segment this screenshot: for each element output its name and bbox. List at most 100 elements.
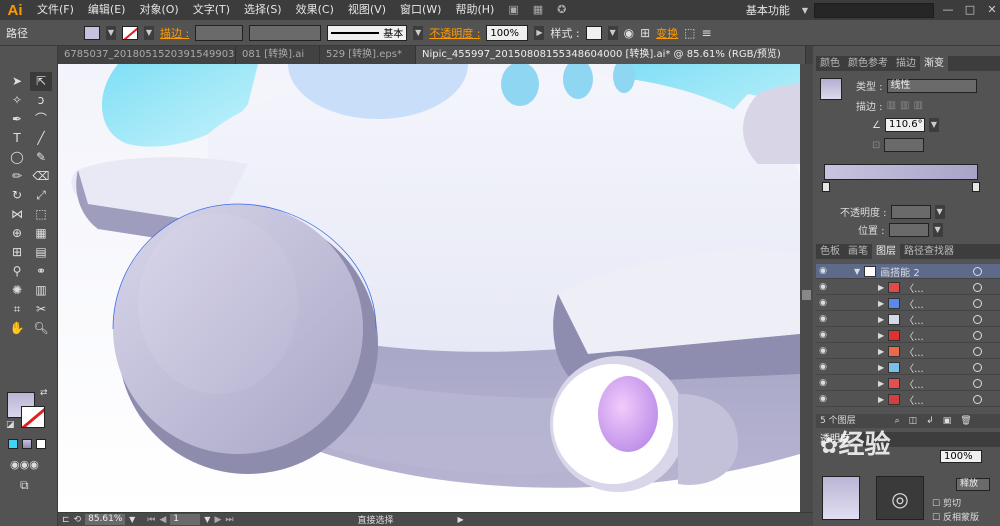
make-clipping-mask-icon[interactable]: ◫ bbox=[909, 414, 918, 428]
artboard-dropdown-icon[interactable]: ▼ bbox=[204, 515, 210, 524]
brush-dropdown-icon[interactable]: ▼ bbox=[413, 25, 424, 40]
control-menu-icon[interactable]: ≡ bbox=[702, 26, 712, 40]
visibility-eye-icon[interactable]: ◉ bbox=[816, 378, 830, 388]
opacity-mask-thumbnail[interactable]: ◎ bbox=[876, 476, 924, 520]
new-sublayer-icon[interactable]: ↲ bbox=[926, 414, 934, 428]
eraser-tool-icon[interactable]: ⌫ bbox=[30, 167, 52, 186]
eyedropper-tool-icon[interactable]: ⚲ bbox=[6, 262, 28, 281]
swap-colors-icon[interactable]: ⇄ bbox=[40, 388, 48, 398]
artboard-canvas[interactable] bbox=[58, 64, 800, 512]
paintbrush-tool-icon[interactable]: ✎ bbox=[30, 148, 52, 167]
target-icon[interactable] bbox=[973, 379, 982, 388]
opacity-panel-link[interactable]: 不透明度 : bbox=[429, 25, 480, 41]
hand-tool-icon[interactable]: ✋ bbox=[6, 319, 28, 338]
fill-color-swatch[interactable] bbox=[84, 25, 100, 40]
bridge-icon[interactable]: ▣ bbox=[501, 0, 525, 20]
sublayer-name[interactable]: 〈... bbox=[904, 344, 924, 359]
gradient-slider[interactable] bbox=[824, 164, 978, 180]
sync-icon[interactable]: ✪ bbox=[550, 0, 573, 20]
tab-stroke[interactable]: 描边 bbox=[892, 56, 920, 71]
arrange-icon[interactable]: ▦ bbox=[526, 0, 550, 20]
target-icon[interactable] bbox=[973, 395, 982, 404]
stroke-weight-field[interactable] bbox=[195, 24, 244, 41]
gradient-location-field[interactable] bbox=[888, 222, 929, 237]
stroke-panel-link[interactable]: 描边 : bbox=[160, 25, 189, 41]
tab-brushes[interactable]: 画笔 bbox=[844, 244, 872, 259]
visibility-eye-icon[interactable]: ◉ bbox=[816, 266, 830, 276]
tab-swatches[interactable]: 色板 bbox=[816, 244, 844, 259]
zoom-tool-icon[interactable]: 🔍︎ bbox=[30, 319, 52, 338]
new-layer-icon[interactable]: ▣ bbox=[943, 414, 952, 428]
visibility-eye-icon[interactable]: ◉ bbox=[816, 298, 830, 308]
sublayer-name[interactable]: 〈... bbox=[904, 296, 924, 311]
workspace-switcher[interactable]: 基本功能 bbox=[746, 2, 796, 18]
sublayer-name[interactable]: 〈... bbox=[904, 312, 924, 327]
opacity-field[interactable]: 100% bbox=[486, 24, 529, 41]
recolor-icon[interactable]: ◉ bbox=[624, 26, 634, 40]
target-icon[interactable] bbox=[973, 267, 982, 276]
collapse-arrow-icon[interactable]: ▶ bbox=[878, 299, 884, 308]
next-artboard-icon[interactable]: ▶ bbox=[214, 515, 221, 525]
collapse-arrow-icon[interactable]: ▶ bbox=[878, 283, 884, 292]
gradient-opacity-field[interactable] bbox=[890, 204, 931, 219]
gradient-tool-icon[interactable]: ▤ bbox=[30, 243, 52, 262]
rotate-tool-icon[interactable]: ↻ bbox=[6, 186, 28, 205]
gradient-fill-preview[interactable] bbox=[820, 78, 842, 100]
sublayer-row[interactable]: ◉ ▶ 〈... bbox=[816, 328, 1000, 343]
type-tool-icon[interactable]: T bbox=[6, 129, 28, 148]
collapse-arrow-icon[interactable]: ▶ bbox=[878, 315, 884, 324]
visibility-eye-icon[interactable]: ◉ bbox=[816, 394, 830, 404]
mesh-tool-icon[interactable]: ⊞ bbox=[6, 243, 28, 262]
gradient-stop-left[interactable] bbox=[822, 182, 830, 192]
fill-dropdown-icon[interactable]: ▼ bbox=[106, 25, 116, 40]
collapse-arrow-icon[interactable]: ▶ bbox=[878, 395, 884, 404]
transform-panel-link[interactable]: 变换 bbox=[656, 25, 678, 41]
align-icon[interactable]: ⊞ bbox=[640, 26, 650, 40]
menu-edit[interactable]: 编辑(E) bbox=[81, 0, 133, 20]
symbol-sprayer-tool-icon[interactable]: ✺ bbox=[6, 281, 28, 300]
sublayer-row[interactable]: ◉ ▶ 〈... bbox=[816, 344, 1000, 359]
none-mode-icon[interactable] bbox=[36, 439, 46, 449]
menu-object[interactable]: 对象(O) bbox=[132, 0, 185, 20]
tab-color-guide[interactable]: 颜色参考 bbox=[844, 56, 892, 71]
perspective-grid-tool-icon[interactable]: ▦ bbox=[30, 224, 52, 243]
menu-window[interactable]: 窗口(W) bbox=[393, 0, 448, 20]
target-icon[interactable] bbox=[973, 347, 982, 356]
style-dropdown-icon[interactable]: ▼ bbox=[607, 25, 618, 40]
stroke-color-swatch[interactable] bbox=[122, 25, 138, 40]
visibility-eye-icon[interactable]: ◉ bbox=[816, 362, 830, 372]
sublayer-row[interactable]: ◉ ▶ 〈... bbox=[816, 312, 1000, 327]
angle-dropdown-icon[interactable]: ▼ bbox=[928, 118, 939, 132]
minimize-button[interactable]: — bbox=[940, 3, 956, 17]
prev-artboard-icon[interactable]: ◀ bbox=[159, 515, 166, 525]
gradient-opacity-dropdown-icon[interactable]: ▼ bbox=[934, 204, 945, 219]
isolate-icon[interactable]: ⬚ bbox=[684, 26, 695, 40]
delete-layer-icon[interactable]: 🗑︎ bbox=[960, 414, 971, 428]
gradient-stop-right[interactable] bbox=[972, 182, 980, 192]
curvature-tool-icon[interactable]: ⌒ bbox=[30, 110, 52, 129]
default-colors-icon[interactable]: ◪ bbox=[6, 420, 15, 430]
collapse-arrow-icon[interactable]: ▶ bbox=[878, 347, 884, 356]
color-mode-icon[interactable] bbox=[8, 439, 18, 449]
gradient-mode-icon[interactable] bbox=[22, 439, 32, 449]
sublayer-row[interactable]: ◉ ▶ 〈... bbox=[816, 280, 1000, 295]
stroke-along-icon[interactable]: ▥ bbox=[900, 100, 909, 111]
sublayer-name[interactable]: 〈... bbox=[904, 360, 924, 375]
scale-tool-icon[interactable]: ⤢ bbox=[30, 186, 52, 205]
target-icon[interactable] bbox=[973, 331, 982, 340]
stroke-dropdown-icon[interactable]: ▼ bbox=[144, 25, 154, 40]
expand-arrow-icon[interactable]: ▼ bbox=[854, 267, 860, 276]
pen-tool-icon[interactable]: ✒ bbox=[6, 110, 28, 129]
line-tool-icon[interactable]: ╱ bbox=[30, 129, 52, 148]
tab-document-2[interactable]: 081 [转换].ai bbox=[236, 46, 320, 64]
menu-effect[interactable]: 效果(C) bbox=[289, 0, 341, 20]
shape-builder-tool-icon[interactable]: ⊕ bbox=[6, 224, 28, 243]
brush-definition[interactable]: 基本 bbox=[327, 24, 408, 41]
locate-object-icon[interactable]: ⌕ bbox=[895, 414, 900, 428]
lasso-tool-icon[interactable]: ↄ bbox=[30, 91, 52, 110]
sublayer-name[interactable]: 〈... bbox=[904, 392, 924, 407]
maximize-button[interactable]: □ bbox=[962, 3, 978, 17]
artboard-tool-icon[interactable]: ⌗ bbox=[6, 300, 28, 319]
magic-wand-tool-icon[interactable]: ✧ bbox=[6, 91, 28, 110]
column-graph-tool-icon[interactable]: ▥ bbox=[30, 281, 52, 300]
